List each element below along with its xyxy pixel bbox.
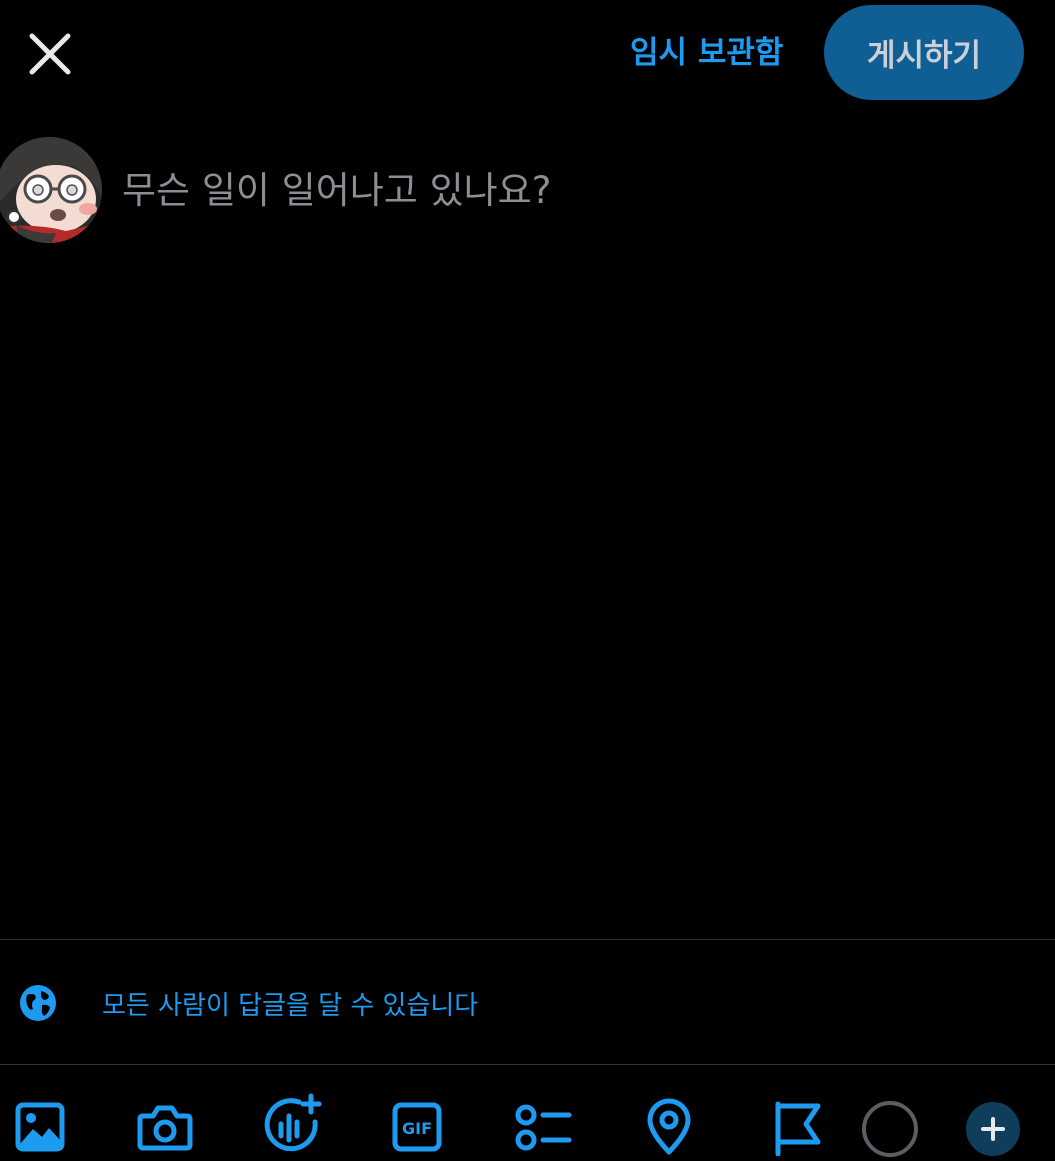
poll-icon bbox=[515, 1104, 572, 1151]
reply-setting-button[interactable]: 모든 사람이 답글을 달 수 있습니다 bbox=[18, 978, 478, 1028]
character-counter bbox=[858, 1097, 922, 1161]
add-thread-button[interactable] bbox=[962, 1098, 1024, 1160]
divider bbox=[0, 939, 1055, 940]
camera-button[interactable] bbox=[133, 1095, 197, 1159]
image-icon bbox=[15, 1102, 65, 1152]
schedule-button[interactable] bbox=[763, 1095, 827, 1159]
poll-button[interactable] bbox=[511, 1095, 575, 1159]
compose-input[interactable] bbox=[122, 160, 1002, 220]
gif-icon: GIF bbox=[392, 1102, 442, 1152]
avatar[interactable] bbox=[0, 137, 102, 243]
close-button[interactable] bbox=[22, 26, 78, 82]
character-counter-icon bbox=[862, 1101, 918, 1157]
post-button[interactable]: 게시하기 bbox=[824, 5, 1024, 100]
avatar-image bbox=[0, 137, 102, 243]
location-icon bbox=[647, 1098, 691, 1155]
add-thread-icon bbox=[966, 1102, 1020, 1156]
voice-space-button[interactable] bbox=[259, 1092, 323, 1156]
camera-icon bbox=[137, 1105, 193, 1151]
location-button[interactable] bbox=[637, 1095, 701, 1159]
globe-icon bbox=[18, 983, 58, 1023]
gif-icon-label: GIF bbox=[402, 1119, 432, 1138]
drafts-link[interactable]: 임시 보관함 bbox=[630, 30, 783, 76]
post-button-label: 게시하기 bbox=[866, 38, 982, 74]
gif-button[interactable]: GIF bbox=[385, 1095, 449, 1159]
reply-setting-label: 모든 사람이 답글을 달 수 있습니다 bbox=[102, 990, 479, 1021]
divider bbox=[0, 1064, 1055, 1065]
flag-icon bbox=[775, 1101, 821, 1156]
voice-space-icon bbox=[264, 1093, 322, 1152]
add-image-button[interactable] bbox=[8, 1095, 72, 1159]
close-icon bbox=[29, 33, 71, 75]
